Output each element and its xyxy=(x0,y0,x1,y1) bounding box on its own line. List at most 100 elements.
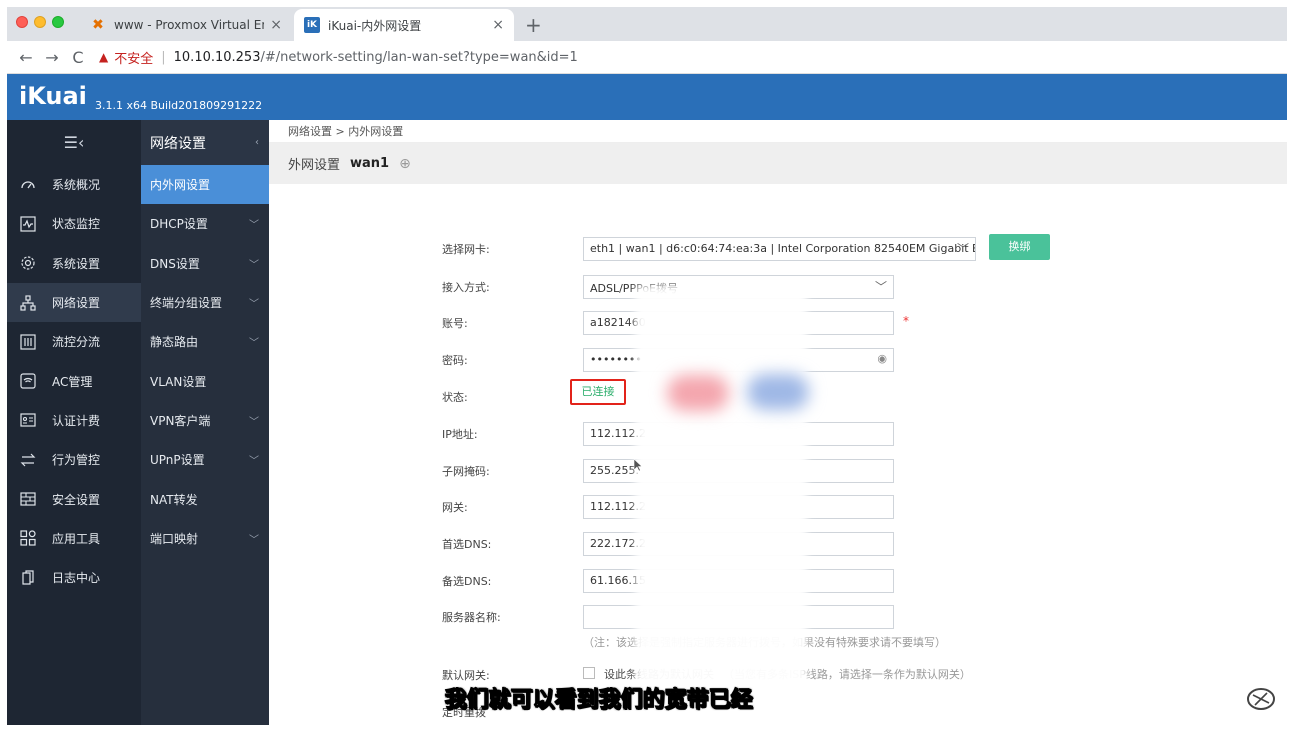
chevron-down-icon: ﹀ xyxy=(249,220,259,232)
firewall-icon xyxy=(19,490,37,508)
sidebar-item-label: 网络设置 xyxy=(52,296,101,311)
dashboard-icon xyxy=(19,176,37,194)
sidebar-item-label: 系统设置 xyxy=(52,256,101,271)
maximize-window-button[interactable] xyxy=(52,16,64,28)
gear-icon xyxy=(19,254,37,272)
subnav-item-label: 内外网设置 xyxy=(150,178,211,193)
video-caption: 我们就可以看到我们的宽带已经 xyxy=(444,688,754,714)
channel-watermark-icon xyxy=(1247,688,1275,710)
sidebar-item-label: 日志中心 xyxy=(52,571,101,586)
nic-select[interactable]: eth1 | wan1 | d6:c0:64:74:ea:3a | Intel … xyxy=(583,237,976,261)
url-field[interactable]: ▲ 不安全 | 10.10.10.253 /#/network-setting/… xyxy=(99,48,578,67)
subnav-item-static-route[interactable]: 静态路由 ﹀ xyxy=(141,322,269,361)
sidebar-item-overview[interactable]: 系统概况 xyxy=(7,165,141,204)
blurred-blue-button xyxy=(747,374,809,410)
minimize-window-button[interactable] xyxy=(34,16,46,28)
dns2-label: 备选DNS: xyxy=(442,575,492,588)
subnav-item-label: DHCP设置 xyxy=(150,217,208,232)
url-host: 10.10.10.253 xyxy=(173,49,261,65)
sidebar-item-auth[interactable]: 认证计费 xyxy=(7,401,141,440)
close-window-button[interactable] xyxy=(16,16,28,28)
subnav-item-dns[interactable]: DNS设置 ﹀ xyxy=(141,244,269,283)
subnav-item-dhcp[interactable]: DHCP设置 ﹀ xyxy=(141,204,269,243)
close-tab-icon[interactable]: × xyxy=(492,17,504,33)
tab-proxmox[interactable]: ✖ www - Proxmox Virtual Environ × xyxy=(80,9,292,41)
mask-label: 子网掩码: xyxy=(442,465,490,478)
sidebar-item-label: 行为管控 xyxy=(52,453,101,468)
sidebar-item-label: AC管理 xyxy=(52,374,93,389)
new-tab-button[interactable]: + xyxy=(525,13,542,37)
pulse-icon xyxy=(19,215,37,233)
subnav-item-vlan[interactable]: VLAN设置 xyxy=(141,361,269,400)
wifi-icon xyxy=(19,372,37,390)
mode-label: 接入方式: xyxy=(442,281,490,294)
subnav-item-upnp[interactable]: UPnP设置 ﹀ xyxy=(141,440,269,479)
subnav-item-vpn-client[interactable]: VPN客户端 ﹀ xyxy=(141,401,269,440)
chevron-down-icon: ﹀ xyxy=(249,456,259,468)
subnav-item-label: 静态路由 xyxy=(150,335,199,350)
url-path: /#/network-setting/lan-wan-set?type=wan&… xyxy=(260,49,578,65)
tab-title: iKuai-内外网设置 xyxy=(328,18,422,33)
chevron-down-icon: ﹀ xyxy=(249,299,259,311)
breadcrumb: 网络设置 > 内外网设置 xyxy=(269,120,1287,143)
account-label: 账号: xyxy=(442,317,468,330)
sidebar-item-flow-control[interactable]: 流控分流 xyxy=(7,322,141,361)
connection-status: 已连接 xyxy=(570,379,626,405)
subnav-item-label: 端口映射 xyxy=(150,531,199,546)
document-icon xyxy=(19,569,37,587)
warning-icon: ▲ xyxy=(99,50,109,64)
screen: ✖ www - Proxmox Virtual Environ × iK iKu… xyxy=(7,7,1287,725)
chevron-down-icon: ﹀ xyxy=(249,259,259,271)
tab-ikuai[interactable]: iK iKuai-内外网设置 × xyxy=(294,9,514,41)
sidebar-item-label: 安全设置 xyxy=(52,492,101,507)
chevron-down-icon: ﹀ xyxy=(874,280,887,294)
subnav-item-label: VPN客户端 xyxy=(150,413,211,428)
menu-toggle-icon[interactable]: ☰‹ xyxy=(7,120,141,165)
ikuai-logo: iKuai xyxy=(19,82,87,110)
add-circle-icon[interactable]: ⊕ xyxy=(399,156,411,172)
sidebar-item-system[interactable]: 系统设置 xyxy=(7,244,141,283)
subnav-item-label: NAT转发 xyxy=(150,492,198,507)
rebind-button[interactable]: 换绑 xyxy=(989,234,1050,260)
server-label: 服务器名称: xyxy=(442,611,501,624)
collapse-icon[interactable]: ‹ xyxy=(255,137,259,148)
sidebar-item-logs[interactable]: 日志中心 xyxy=(7,558,141,597)
subnav-item-terminal-group[interactable]: 终端分组设置 ﹀ xyxy=(141,283,269,322)
page-title-bar: 外网设置 wan1 ⊕ xyxy=(269,143,1287,184)
sidebar-item-label: 状态监控 xyxy=(52,217,101,232)
nic-label: 选择网卡: xyxy=(442,243,490,256)
subnav-item-port-mapping[interactable]: 端口映射 ﹀ xyxy=(141,519,269,558)
firmware-version: 3.1.1 x64 Build201809291222 xyxy=(95,99,263,112)
subnav-item-nat[interactable]: NAT转发 xyxy=(141,479,269,518)
apps-icon xyxy=(19,529,37,547)
mouse-cursor-icon xyxy=(634,459,643,472)
ip-label: IP地址: xyxy=(442,428,478,441)
chevron-down-icon: ﹀ xyxy=(249,338,259,350)
sidebar-item-ac[interactable]: AC管理 xyxy=(7,361,141,400)
eye-icon[interactable]: ◉ xyxy=(877,352,887,365)
id-card-icon xyxy=(19,411,37,429)
arrows-icon xyxy=(19,451,37,469)
default-gateway-checkbox[interactable] xyxy=(583,667,595,679)
mask-value: 255.255. xyxy=(590,464,639,477)
gateway-label: 网关: xyxy=(442,501,468,514)
reload-button[interactable]: C xyxy=(65,48,91,67)
sidebar-item-label: 系统概况 xyxy=(52,178,101,193)
sliders-icon xyxy=(19,333,37,351)
close-tab-icon[interactable]: × xyxy=(270,17,282,33)
subnav-item-lan-wan[interactable]: 内外网设置 xyxy=(141,165,269,205)
proxmox-icon: ✖ xyxy=(92,17,104,33)
address-bar: ← → C ▲ 不安全 | 10.10.10.253 /#/network-se… xyxy=(7,41,1287,74)
forward-button[interactable]: → xyxy=(39,48,65,67)
status-label: 状态: xyxy=(442,391,468,404)
sidebar-item-security[interactable]: 安全设置 xyxy=(7,479,141,518)
sidebar-item-network[interactable]: 网络设置 xyxy=(7,282,141,323)
sidebar-item-monitor[interactable]: 状态监控 xyxy=(7,204,141,243)
app-header: iKuai 3.1.1 x64 Build201809291222 xyxy=(7,74,1287,120)
tab-title: www - Proxmox Virtual Environ xyxy=(114,18,264,32)
sidebar-item-tools[interactable]: 应用工具 xyxy=(7,519,141,558)
default-gateway-label: 默认网关: xyxy=(442,669,490,682)
main-content: 网络设置 > 内外网设置 外网设置 wan1 ⊕ 选择网卡: eth1 | wa… xyxy=(269,120,1287,725)
sidebar-item-behavior[interactable]: 行为管控 xyxy=(7,440,141,479)
back-button[interactable]: ← xyxy=(13,48,39,67)
